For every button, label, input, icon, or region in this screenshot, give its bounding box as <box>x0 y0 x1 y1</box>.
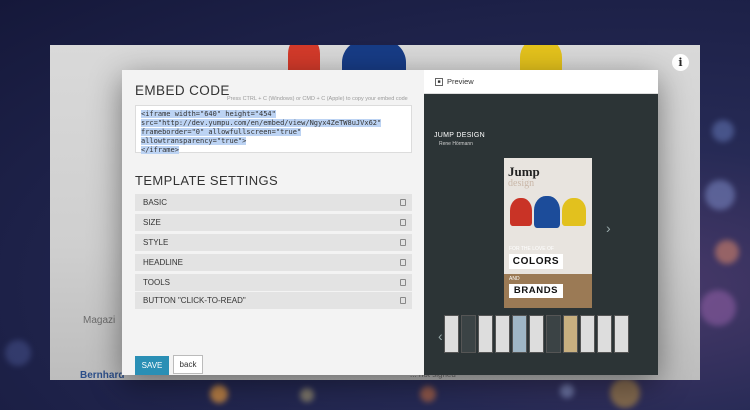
bokeh-light <box>210 385 228 403</box>
row-label: BUTTON "CLICK-TO-READ" <box>143 296 246 305</box>
magazine-cover[interactable]: Jump design FOR THE LOVE OF COLORS AND B… <box>504 158 592 308</box>
code-line: <iframe width="640" height="454" <box>141 110 276 118</box>
row-label: TOOLS <box>143 278 170 287</box>
code-line: frameborder="0" allowfullscreen="true" a… <box>141 128 302 145</box>
page-thumbnail[interactable] <box>444 315 459 353</box>
thumbnail-strip <box>444 315 629 355</box>
page-thumbnail[interactable] <box>614 315 629 353</box>
page-thumbnail[interactable] <box>512 315 527 353</box>
cover-logo-sub: design <box>508 178 535 189</box>
bokeh-light <box>712 120 734 142</box>
bokeh-light <box>610 378 640 408</box>
bokeh-light <box>5 340 31 366</box>
settings-row-tools[interactable]: TOOLS <box>135 274 412 291</box>
expand-icon <box>400 279 406 286</box>
expand-icon <box>400 219 406 226</box>
bokeh-light <box>560 384 574 398</box>
back-button[interactable]: back <box>173 355 203 374</box>
page-thumbnail[interactable] <box>563 315 578 353</box>
embed-settings-panel: EMBED CODE Press CTRL + C (Windows) or C… <box>122 70 424 375</box>
cover-chair-yellow <box>562 198 586 226</box>
chevron-right-icon[interactable]: › <box>606 220 611 236</box>
preview-icon: ■ <box>435 78 443 86</box>
settings-row-click-to-read[interactable]: BUTTON "CLICK-TO-READ" <box>135 292 412 309</box>
page-thumbnail[interactable] <box>495 315 510 353</box>
copy-hint: Press CTRL + C (Windows) or CMD + C (App… <box>227 96 408 102</box>
template-settings-title: TEMPLATE SETTINGS <box>135 173 279 188</box>
preview-header: ■ Preview <box>424 70 658 94</box>
row-label: HEADLINE <box>143 258 184 267</box>
preview-panel: ■ Preview JUMP DESIGN Rene Hörmann Jump … <box>424 70 658 375</box>
bokeh-light <box>705 180 735 210</box>
cover-word-brands: BRANDS <box>509 284 563 298</box>
row-label: BASIC <box>143 198 168 207</box>
bokeh-light <box>300 388 314 402</box>
settings-row-headline[interactable]: HEADLINE <box>135 254 412 271</box>
cover-tag: FOR THE LOVE OF <box>509 246 554 252</box>
magazine-title: JUMP DESIGN <box>434 132 486 139</box>
settings-row-basic[interactable]: BASIC <box>135 194 412 211</box>
page-thumbnail[interactable] <box>580 315 595 353</box>
page-thumbnail[interactable] <box>478 315 493 353</box>
embed-code-title: EMBED CODE <box>135 83 230 98</box>
save-button[interactable]: SAVE <box>135 356 169 375</box>
bokeh-light <box>700 290 736 326</box>
bokeh-light <box>420 386 436 402</box>
chevron-left-icon[interactable]: ‹ <box>438 328 443 344</box>
cover-chair-red <box>510 198 532 226</box>
info-icon[interactable]: i <box>672 54 689 71</box>
cover-chair-blue <box>534 196 560 228</box>
page-thumbnail[interactable] <box>546 315 561 353</box>
embed-modal: EMBED CODE Press CTRL + C (Windows) or C… <box>122 70 658 375</box>
page-thumbnail[interactable] <box>461 315 476 353</box>
settings-row-size[interactable]: SIZE <box>135 214 412 231</box>
author-label: Bernhard <box>80 370 125 380</box>
row-label: SIZE <box>143 218 161 227</box>
embed-code-textarea[interactable]: <iframe width="640" height="454" src="ht… <box>135 105 412 154</box>
cover-word-and: AND <box>509 276 520 282</box>
page-thumbnail[interactable] <box>529 315 544 353</box>
preview-label: Preview <box>447 77 474 86</box>
settings-row-style[interactable]: STYLE <box>135 234 412 251</box>
expand-icon <box>400 259 406 266</box>
row-label: STYLE <box>143 238 169 247</box>
magazine-label: Magazi <box>83 315 116 326</box>
code-line: </iframe> <box>141 146 179 154</box>
expand-icon <box>400 297 406 304</box>
magazine-author: Rene Hörmann <box>439 141 473 147</box>
expand-icon <box>400 199 406 206</box>
page-thumbnail[interactable] <box>597 315 612 353</box>
cover-word-colors: COLORS <box>509 254 563 269</box>
code-line: src="http://dev.yumpu.com/en/embed/view/… <box>141 119 382 127</box>
expand-icon <box>400 239 406 246</box>
bokeh-light <box>715 240 739 264</box>
